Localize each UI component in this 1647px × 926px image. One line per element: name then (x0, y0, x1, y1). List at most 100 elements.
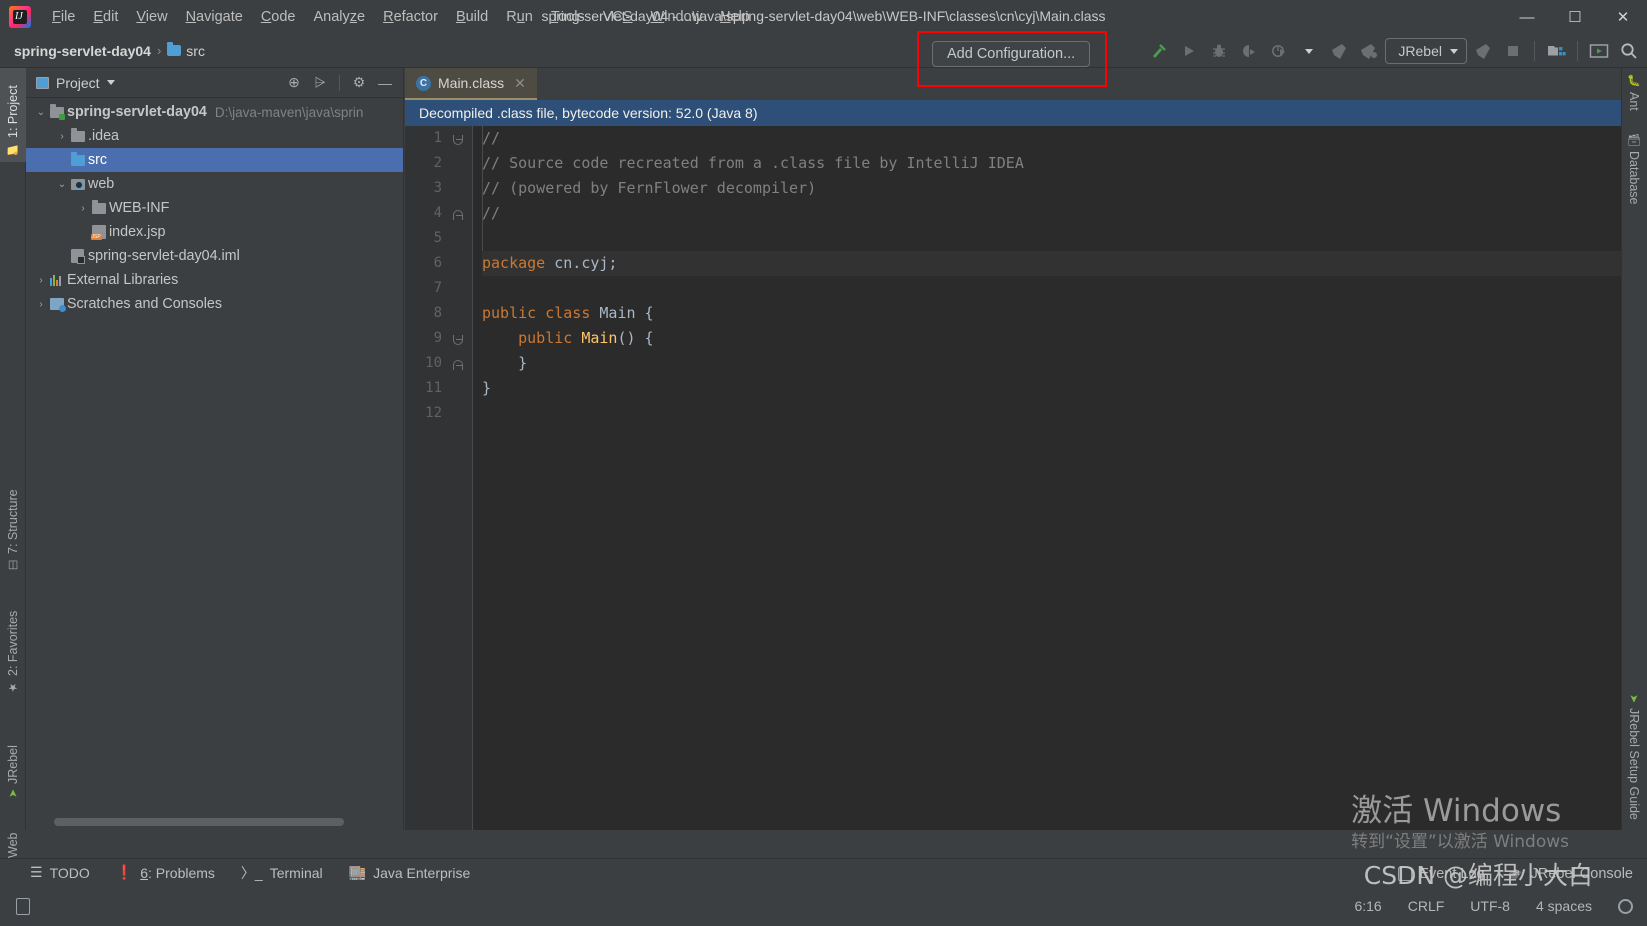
navigation-toolbar: spring-servlet-day04 › src JRebel (0, 34, 1647, 68)
star-icon: ★ (7, 681, 20, 694)
tree-row-idea[interactable]: › .idea (26, 124, 403, 148)
run-with-coverage-icon[interactable] (1235, 38, 1263, 64)
menu-view[interactable]: View (127, 5, 176, 29)
jrebel-selector[interactable]: JRebel (1385, 38, 1467, 64)
build-hammer-icon[interactable] (1145, 38, 1173, 64)
menu-navigate[interactable]: Navigate (177, 5, 252, 29)
expand-arrow-icon: • (55, 251, 69, 262)
editor-gutter[interactable]: 1 2 3 4 5 6 7 8 9 10 11 12 (405, 126, 473, 830)
tree-row-web[interactable]: ⌄ web (26, 172, 403, 196)
tree-row-iml[interactable]: • spring-servlet-day04.iml (26, 244, 403, 268)
line-number: 12 (425, 405, 442, 421)
project-panel-horizontal-scrollbar[interactable] (54, 818, 344, 826)
sidebar-item-database[interactable]: 🗃 Database (1621, 126, 1647, 226)
expand-arrow-icon[interactable]: ⌄ (55, 179, 69, 190)
project-panel-title-label: Project (56, 74, 100, 91)
expand-arrow-icon[interactable]: › (34, 299, 48, 310)
project-structure-icon[interactable] (1542, 38, 1570, 64)
close-icon[interactable]: ✕ (514, 75, 526, 92)
sidebar-item-favorites[interactable]: ★ 2: Favorites (0, 588, 26, 700)
expand-arrow-icon[interactable]: › (55, 131, 69, 142)
status-left[interactable] (16, 897, 30, 915)
code-lines[interactable]: // // Source code recreated from a .clas… (473, 126, 1621, 830)
add-configuration-button[interactable]: Add Configuration... (932, 41, 1091, 67)
settings-gear-icon[interactable]: ⚙ (347, 72, 371, 94)
menu-code[interactable]: Code (252, 5, 305, 29)
menu-build[interactable]: Build (447, 5, 497, 29)
minimize-button[interactable]: — (1503, 0, 1551, 34)
indent-setting[interactable]: 4 spaces (1536, 898, 1592, 914)
chevron-down-icon (1450, 48, 1458, 54)
line-separator[interactable]: CRLF (1408, 898, 1445, 914)
tool-button-java-enterprise[interactable]: 🏬 Java Enterprise (349, 864, 471, 881)
code-line: // Source code recreated from a .class f… (482, 151, 1621, 176)
menu-tools[interactable]: Tools (542, 5, 594, 29)
tool-button-todo[interactable]: ☰ TODO (30, 864, 90, 881)
chevron-down-icon[interactable] (1295, 38, 1323, 64)
expand-arrow-icon: • (76, 227, 90, 238)
expand-arrow-icon[interactable]: › (76, 203, 90, 214)
locate-icon[interactable]: ⊕ (282, 72, 306, 94)
status-right: 6:16 CRLF UTF-8 4 spaces (1354, 898, 1647, 914)
search-everywhere-icon[interactable] (1615, 38, 1643, 64)
menu-vcs[interactable]: VCS (594, 5, 642, 29)
fold-close-icon[interactable] (452, 201, 464, 226)
jrebel-run-2-icon[interactable] (1469, 38, 1497, 64)
jrebel-leaf-icon: ➤ (1627, 694, 1640, 704)
main-toolbar-actions: JRebel (1145, 34, 1647, 68)
presentation-icon[interactable] (1585, 38, 1613, 64)
sidebar-item-ant[interactable]: 🐛 Ant (1621, 68, 1647, 124)
close-button[interactable]: ✕ (1599, 0, 1647, 34)
jrebel-run-icon[interactable] (1325, 38, 1353, 64)
expand-arrow-icon[interactable]: › (34, 275, 48, 286)
decompiled-banner: Decompiled .class file, bytecode version… (405, 100, 1621, 126)
settings-gear-icon[interactable] (1618, 898, 1633, 914)
sidebar-item-structure[interactable]: ◫ 7: Structure (0, 468, 26, 578)
menu-file[interactable]: File (43, 5, 84, 29)
tree-row-web-inf[interactable]: › WEB-INF (26, 196, 403, 220)
run-icon[interactable] (1175, 38, 1203, 64)
menu-window[interactable]: Window (642, 5, 712, 29)
line-number: 5 (433, 230, 442, 246)
tree-row-module[interactable]: ⌄ spring-servlet-day04 D:\java-maven\jav… (26, 100, 403, 124)
menu-edit[interactable]: Edit (84, 5, 127, 29)
profile-icon[interactable] (1265, 38, 1293, 64)
sidebar-item-jrebel-setup-guide[interactable]: ➤ JRebel Setup Guide (1621, 688, 1647, 858)
project-panel-title[interactable]: Project (36, 75, 115, 91)
debug-icon[interactable] (1205, 38, 1233, 64)
code-editor[interactable]: 1 2 3 4 5 6 7 8 9 10 11 12 // // Source … (405, 126, 1621, 830)
collapse-all-icon[interactable]: ⩥ (308, 72, 332, 94)
editor-tab-main-class[interactable]: C Main.class ✕ (405, 68, 537, 100)
maximize-button[interactable]: ☐ (1551, 0, 1599, 34)
sidebar-item-project[interactable]: 📁 1: Project (0, 68, 26, 162)
fold-open-icon[interactable] (452, 126, 464, 151)
menu-run[interactable]: Run (497, 5, 542, 29)
file-encoding[interactable]: UTF-8 (1470, 898, 1510, 914)
fold-open-icon[interactable] (452, 326, 464, 351)
toolbar-divider (1534, 41, 1535, 61)
expand-arrow-icon[interactable]: ⌄ (34, 107, 48, 118)
menu-help[interactable]: Help (711, 5, 759, 29)
jsp-file-icon (90, 225, 107, 240)
tree-row-scratches[interactable]: › Scratches and Consoles (26, 292, 403, 316)
breadcrumb-src[interactable]: src (167, 42, 205, 59)
stop-icon[interactable] (1499, 38, 1527, 64)
tree-row-index-jsp[interactable]: • index.jsp (26, 220, 403, 244)
caret-position[interactable]: 6:16 (1354, 898, 1381, 914)
tool-button-problems[interactable]: ❗ 6: Problems (116, 864, 215, 881)
code-line: public class Main { (482, 304, 654, 322)
menu-refactor[interactable]: Refactor (374, 5, 447, 29)
event-log-button[interactable]: Event Log (1398, 866, 1485, 882)
tree-row-external-libraries[interactable]: › External Libraries (26, 268, 403, 292)
tree-label: WEB-INF (109, 200, 170, 216)
sidebar-item-jrebel[interactable]: ➤ JRebel (0, 708, 26, 804)
jrebel-debug-icon[interactable] (1355, 38, 1383, 64)
menu-analyze[interactable]: Analyze (305, 5, 375, 29)
tree-row-src[interactable]: • src (26, 148, 403, 172)
fold-close-icon[interactable] (452, 351, 464, 376)
breadcrumb-project[interactable]: spring-servlet-day04 (14, 43, 151, 59)
hide-panel-icon[interactable]: — (373, 72, 397, 94)
intellij-logo-icon: IJ (9, 6, 31, 28)
jrebel-console-button[interactable]: JR JRebel Console (1508, 866, 1633, 882)
tool-button-terminal[interactable]: 〉_ Terminal (241, 863, 323, 883)
